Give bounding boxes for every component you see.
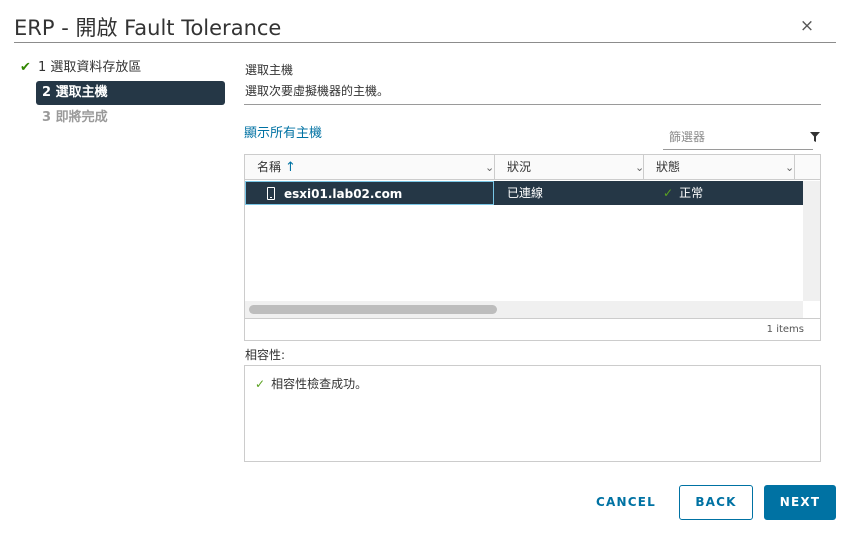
filter-input[interactable] bbox=[663, 126, 783, 148]
host-grid: 名稱 ↑ ⌄ 狀況 ⌄ 狀態 ⌄ esxi01.lab02.com 已連線 ✓ 正常… bbox=[244, 154, 821, 341]
compatibility-text: 相容性檢查成功。 bbox=[271, 377, 368, 391]
step-select-datastore[interactable]: ✔ 1 選取資料存放區 bbox=[18, 56, 228, 80]
step-label: 3 即將完成 bbox=[42, 110, 108, 125]
close-icon[interactable]: × bbox=[797, 15, 817, 37]
compatibility-panel: ✓ 相容性檢查成功。 bbox=[244, 365, 821, 462]
host-name: esxi01.lab02.com bbox=[284, 187, 403, 201]
column-header-status[interactable]: 狀態 ⌄ bbox=[644, 155, 794, 180]
host-icon bbox=[267, 187, 275, 200]
status-text: 正常 bbox=[679, 186, 704, 200]
grid-footer-count: 1 items bbox=[245, 318, 820, 340]
sort-ascending-icon[interactable]: ↑ bbox=[285, 160, 296, 175]
compatibility-message: ✓ 相容性檢查成功。 bbox=[255, 375, 367, 392]
filter-icon[interactable] bbox=[810, 132, 820, 142]
step-label: 2 選取主機 bbox=[42, 85, 108, 100]
section-description: 選取次要虛擬機器的主機。 bbox=[245, 84, 390, 98]
column-header-label: 狀況 bbox=[507, 160, 532, 174]
cancel-button[interactable]: CANCEL bbox=[586, 485, 666, 520]
back-button[interactable]: BACK bbox=[679, 485, 753, 520]
step-select-host[interactable]: 2 選取主機 bbox=[36, 81, 225, 105]
cell-condition: 已連線 bbox=[507, 186, 544, 200]
check-icon: ✔ bbox=[20, 60, 31, 75]
filter-field[interactable] bbox=[663, 126, 813, 150]
show-all-hosts-link[interactable]: 顯示所有主機 bbox=[244, 122, 322, 141]
grid-header: 名稱 ↑ ⌄ 狀況 ⌄ 狀態 ⌄ bbox=[245, 155, 820, 180]
section-divider bbox=[244, 104, 821, 105]
column-header-label: 名稱 bbox=[257, 160, 282, 174]
check-icon: ✓ bbox=[663, 186, 674, 200]
title-divider bbox=[14, 42, 836, 43]
step-ready-to-complete: 3 即將完成 bbox=[36, 106, 228, 130]
cell-host-name[interactable]: esxi01.lab02.com bbox=[245, 181, 494, 205]
step-label: 1 選取資料存放區 bbox=[38, 60, 142, 75]
column-resize-handle[interactable] bbox=[794, 155, 795, 180]
check-icon: ✓ bbox=[255, 377, 266, 391]
column-header-name[interactable]: 名稱 ↑ ⌄ bbox=[245, 155, 494, 180]
chevron-down-icon[interactable]: ⌄ bbox=[785, 155, 794, 180]
vertical-scrollbar[interactable] bbox=[803, 181, 820, 301]
chevron-down-icon[interactable]: ⌄ bbox=[485, 155, 494, 180]
next-button[interactable]: NEXT bbox=[764, 485, 836, 520]
section-title: 選取主機 bbox=[245, 63, 294, 77]
column-header-condition[interactable]: 狀況 ⌄ bbox=[495, 155, 644, 180]
horizontal-scrollbar-thumb[interactable] bbox=[249, 305, 497, 314]
dialog-title: ERP - 開啟 Fault Tolerance bbox=[14, 16, 282, 40]
cell-status: ✓ 正常 bbox=[663, 181, 703, 205]
wizard-steps: ✔ 1 選取資料存放區 2 選取主機 3 即將完成 bbox=[18, 56, 228, 131]
compatibility-label: 相容性: bbox=[245, 348, 286, 362]
column-header-label: 狀態 bbox=[656, 160, 681, 174]
table-row[interactable]: esxi01.lab02.com 已連線 ✓ 正常 bbox=[245, 181, 803, 205]
